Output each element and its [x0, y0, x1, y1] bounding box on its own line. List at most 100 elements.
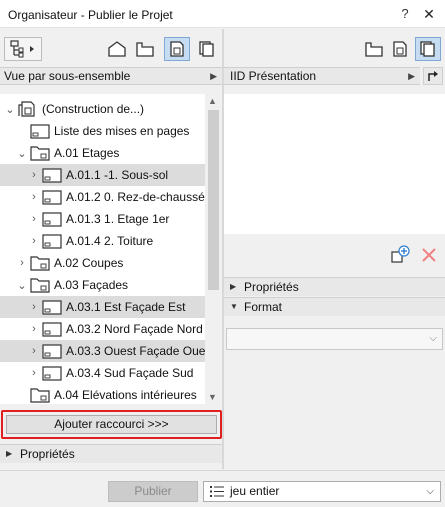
tree-row[interactable]: › A.03.2 Nord Façade Nord — [0, 318, 205, 340]
chevron-right-icon[interactable]: › — [28, 301, 40, 313]
layout-icon — [42, 189, 62, 205]
layout-book-icon — [170, 41, 184, 57]
up-arrow-icon — [428, 71, 438, 81]
layout-icon — [42, 211, 62, 227]
left-properties-section[interactable]: ▶ Propriétés — [0, 444, 222, 463]
expand-triangle-icon: ▶ — [230, 282, 237, 291]
chevron-down-icon[interactable]: ⌄ — [16, 279, 28, 292]
tree-row-label: A.01.4 2. Toiture — [66, 234, 154, 248]
scroll-down-icon[interactable]: ▼ — [208, 392, 217, 402]
hierarchy-menu-button[interactable] — [4, 37, 42, 61]
add-shortcut-highlight: Ajouter raccourci >>> — [1, 410, 222, 439]
left-properties-label: Propriétés — [20, 447, 75, 461]
tree-row[interactable]: › A.03.3 Ouest Façade Ouest — [0, 340, 205, 362]
go-up-button[interactable] — [423, 67, 443, 85]
tree-row[interactable]: ⌄ A.01 Etages — [0, 142, 205, 164]
format-section[interactable]: ▼ Format — [224, 297, 445, 316]
tree-row[interactable]: › A.01.4 2. Toiture — [0, 230, 205, 252]
folder-icon — [30, 255, 50, 271]
tree-row-label: Liste des mises en pages — [54, 124, 190, 138]
tree-row[interactable]: Liste des mises en pages — [0, 120, 205, 142]
chevron-right-icon[interactable]: › — [28, 323, 40, 335]
chevron-down-icon[interactable]: ⌄ — [4, 103, 16, 116]
tree-row-label: (Construction de...) — [42, 102, 145, 116]
view-map-icon — [365, 42, 383, 57]
project-map-button[interactable] — [104, 37, 130, 61]
view-selector[interactable]: Vue par sous-ensemble ▶ — [0, 67, 222, 85]
bottom-bar: Publier jeu entier ⌵ — [0, 470, 445, 507]
tree-row[interactable]: › A.01.1 -1. Sous-sol — [0, 164, 205, 186]
layout-icon — [42, 365, 62, 381]
tree-row-label: A.03.4 Sud Façade Sud — [66, 366, 194, 380]
chevron-right-icon[interactable]: › — [28, 169, 40, 181]
new-publisher-item-button[interactable] — [390, 245, 410, 265]
right-layout-book-button[interactable] — [387, 37, 413, 61]
layout-book-icon — [393, 41, 407, 57]
collapse-triangle-icon: ▼ — [230, 302, 238, 311]
publisher-set-list[interactable] — [224, 94, 445, 234]
right-view-selector-label: IID Présentation — [230, 69, 317, 83]
chevron-right-icon[interactable]: › — [28, 367, 40, 379]
right-view-map-button[interactable] — [361, 37, 387, 61]
tree-row[interactable]: A.04 Elévations intérieures — [0, 384, 205, 404]
chevron-right-icon[interactable]: › — [28, 191, 40, 203]
tree-row-label: A.01.3 1. Etage 1er — [66, 212, 170, 226]
tree-row[interactable]: › A.01.3 1. Etage 1er — [0, 208, 205, 230]
publisher-sets-icon — [420, 41, 435, 57]
help-icon[interactable]: ? — [397, 6, 413, 22]
publisher-tree[interactable]: ⌄ (Construction de...) Liste des mises en … — [0, 94, 205, 404]
chevron-right-icon[interactable]: › — [16, 257, 28, 269]
chevron-right-icon[interactable]: › — [28, 213, 40, 225]
tree-row-label: A.03.3 Ouest Façade Ouest — [66, 344, 205, 358]
right-view-selector[interactable]: IID Présentation ▶ — [224, 67, 420, 85]
tree-row[interactable]: › A.02 Coupes — [0, 252, 205, 274]
layout-icon — [30, 123, 50, 139]
tree-row-label: A.01 Etages — [54, 146, 120, 160]
tree-row[interactable]: ⌄ A.03 Façades — [0, 274, 205, 296]
tree-scrollbar[interactable]: ▲ ▼ — [205, 94, 222, 404]
tree-row-label: A.02 Coupes — [54, 256, 124, 270]
close-icon[interactable]: ✕ — [419, 4, 439, 24]
chevron-down-icon: ⌵ — [426, 486, 434, 497]
view-selector-label: Vue par sous-ensemble — [4, 69, 131, 83]
expand-triangle-icon: ▶ — [6, 449, 13, 458]
delete-button[interactable] — [420, 246, 438, 264]
publish-scope-value: jeu entier — [230, 484, 280, 498]
layout-icon — [42, 299, 62, 315]
tree-row-label: A.04 Elévations intérieures — [54, 388, 197, 402]
tree-row-label: A.03.2 Nord Façade Nord — [66, 322, 203, 336]
tree-row-label: A.01.2 0. Rez-de-chaussée — [66, 190, 205, 204]
tree-row-label: A.01.1 -1. Sous-sol — [66, 168, 169, 182]
tree-row[interactable]: › A.01.2 0. Rez-de-chaussée — [0, 186, 205, 208]
folder-open-icon — [18, 101, 38, 117]
add-shortcut-button[interactable]: Ajouter raccourci >>> — [6, 415, 217, 434]
tree-row[interactable]: ⌄ (Construction de...) — [0, 98, 205, 120]
chevron-right-icon[interactable]: › — [28, 235, 40, 247]
layout-icon — [42, 343, 62, 359]
tree-row[interactable]: › A.03.1 Est Façade Est — [0, 296, 205, 318]
right-publisher-sets-button[interactable] — [415, 37, 441, 61]
chevron-down-icon[interactable]: ⌄ — [16, 147, 28, 160]
tree-row[interactable]: › A.03.4 Sud Façade Sud — [0, 362, 205, 384]
project-map-icon — [108, 41, 126, 57]
chevron-right-icon: ▶ — [210, 71, 217, 81]
format-dropdown[interactable]: ⌵ — [226, 328, 443, 350]
scroll-thumb[interactable] — [208, 110, 219, 290]
layout-icon — [42, 321, 62, 337]
folder-icon — [30, 277, 50, 293]
publisher-sets-button[interactable] — [194, 37, 220, 61]
list-icon — [209, 485, 225, 504]
right-properties-label: Propriétés — [244, 280, 299, 294]
layout-icon — [42, 167, 62, 183]
right-actions-bar — [224, 234, 445, 274]
chevron-right-icon: ▶ — [408, 71, 415, 81]
layout-book-button[interactable] — [164, 37, 190, 61]
chevron-right-icon[interactable]: › — [28, 345, 40, 357]
folder-icon — [30, 387, 50, 403]
publish-scope-dropdown[interactable]: jeu entier ⌵ — [203, 481, 441, 502]
scroll-up-icon[interactable]: ▲ — [208, 96, 217, 106]
right-properties-section[interactable]: ▶ Propriétés — [224, 277, 445, 296]
view-map-button[interactable] — [132, 37, 158, 61]
publish-button[interactable]: Publier — [108, 481, 198, 502]
window-title: Organisateur - Publier le Projet — [8, 8, 173, 22]
